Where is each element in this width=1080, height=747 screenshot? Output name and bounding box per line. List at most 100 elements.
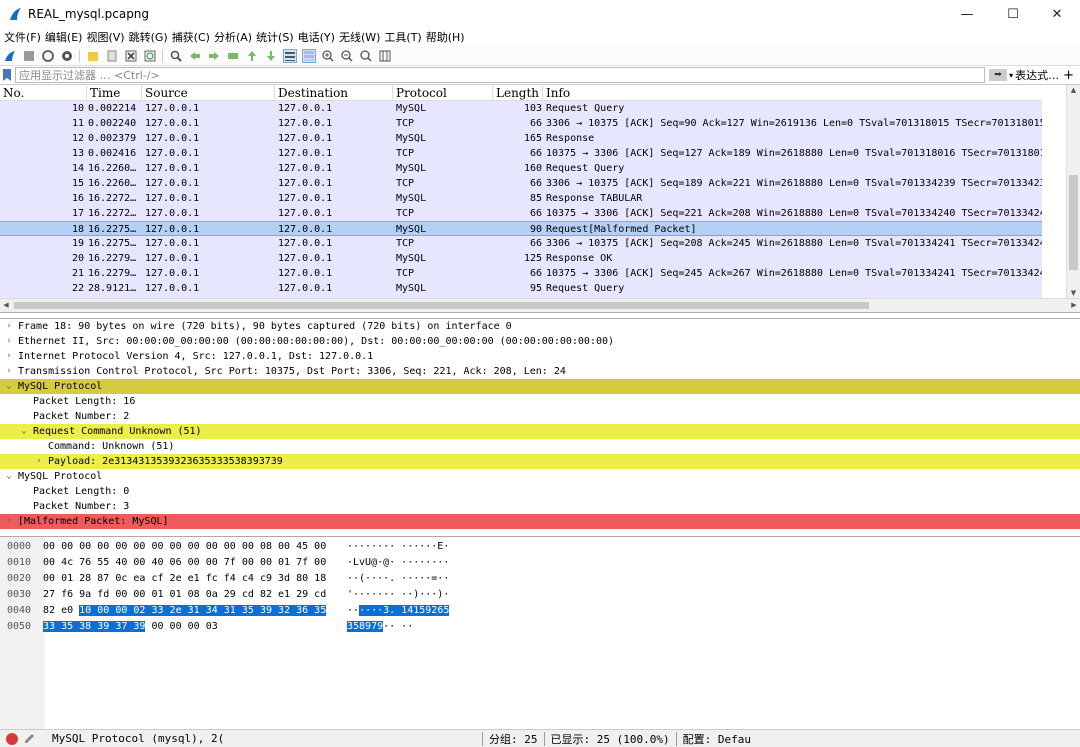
hex-ascii[interactable]: ········ ······E· (347, 539, 449, 555)
hex-byte[interactable]: 08 (188, 589, 200, 600)
detail-tree-row[interactable]: › Frame 18: 90 bytes on wire (720 bits), … (0, 319, 1080, 334)
menu-edit[interactable]: 编辑(E) (45, 29, 83, 45)
hex-byte[interactable]: 00 (188, 621, 200, 632)
hex-byte[interactable]: 00 (260, 557, 272, 568)
column-header-no[interactable]: No. (0, 85, 87, 101)
hex-byte[interactable]: 00 (97, 541, 109, 552)
hex-byte[interactable]: 00 (133, 589, 145, 600)
hex-byte[interactable]: 00 (242, 541, 254, 552)
hex-byte[interactable]: 31 (187, 605, 200, 616)
packet-list-vscrollbar[interactable]: ▲ ▼ (1066, 85, 1080, 298)
hex-byte[interactable]: 3d (278, 573, 290, 584)
packet-row[interactable]: 13 0.002416 127.0.0.1 127.0.0.1 TCP 66 10375 →… (0, 146, 1042, 161)
hex-byte[interactable]: e0 (61, 605, 73, 616)
hex-ascii[interactable]: 358979·· ·· (347, 619, 413, 635)
packet-row[interactable]: 11 0.002240 127.0.0.1 127.0.0.1 TCP 66 3306 → … (0, 116, 1042, 131)
packet-row[interactable]: 17 16.2272… 127.0.0.1 127.0.0.1 TCP 66 10375 →… (0, 206, 1042, 221)
expanded-arrow-icon[interactable]: ⌄ (19, 424, 29, 439)
restart-capture-icon[interactable] (41, 49, 55, 63)
detail-tree-row[interactable]: Packet Length: 16 (0, 394, 1080, 409)
hex-byte[interactable]: cd (314, 589, 326, 600)
detail-tree-row[interactable]: › Transmission Control Protocol, Src Port… (0, 364, 1080, 379)
menu-statistics[interactable]: 统计(S) (256, 29, 294, 45)
hex-byte[interactable]: 2e (169, 605, 182, 616)
hex-byte[interactable]: 00 (115, 605, 128, 616)
packet-row[interactable]: 20 16.2279… 127.0.0.1 127.0.0.1 MySQL 125 Resp… (0, 251, 1042, 266)
hex-byte[interactable]: 10 (79, 605, 92, 616)
hex-byte[interactable]: 9a (79, 589, 91, 600)
hex-byte[interactable]: c4 (242, 573, 254, 584)
expert-info-icon[interactable] (6, 732, 18, 745)
display-filter-input[interactable]: 应用显示过滤器 … <Ctrl-/> (15, 67, 986, 83)
hex-byte[interactable]: 00 (133, 541, 145, 552)
packet-row[interactable]: 15 16.2260… 127.0.0.1 127.0.0.1 TCP 66 3306 → … (0, 176, 1042, 191)
go-back-icon[interactable] (188, 49, 202, 63)
hex-byte[interactable]: 00 (314, 557, 326, 568)
hex-byte[interactable]: 00 (133, 557, 145, 568)
hex-byte[interactable]: 39 (259, 605, 272, 616)
column-header-length[interactable]: Length (493, 85, 543, 101)
open-file-icon[interactable] (86, 49, 100, 63)
detail-tree-row[interactable]: › Ethernet II, Src: 00:00:00_00:00:00 (00… (0, 334, 1080, 349)
hex-byte[interactable]: 01 (151, 589, 163, 600)
hex-byte[interactable]: 00 (43, 541, 55, 552)
hex-byte[interactable]: 18 (314, 573, 326, 584)
hex-byte[interactable]: 37 (115, 621, 128, 632)
hex-byte[interactable]: 01 (170, 589, 182, 600)
hex-byte[interactable]: 33 (43, 621, 56, 632)
hex-byte[interactable]: 33 (151, 605, 164, 616)
expanded-arrow-icon[interactable]: ⌄ (4, 379, 14, 394)
packet-row[interactable]: 21 16.2279… 127.0.0.1 127.0.0.1 TCP 66 10375 →… (0, 266, 1042, 281)
menu-telephony[interactable]: 电话(Y) (298, 29, 335, 45)
hex-byte[interactable]: 76 (79, 557, 91, 568)
hex-byte[interactable]: 4c (61, 557, 73, 568)
packet-list-hscrollbar[interactable]: ◀ ▶ (0, 298, 1080, 312)
scroll-right-icon[interactable]: ▶ (1068, 299, 1080, 312)
hex-byte[interactable]: 40 (151, 557, 163, 568)
hex-byte[interactable]: 00 (43, 573, 55, 584)
zoom-in-icon[interactable] (321, 49, 335, 63)
hex-byte[interactable]: 27 (43, 589, 55, 600)
hex-byte[interactable]: e1 (188, 573, 200, 584)
maximize-button[interactable]: ☐ (990, 0, 1036, 28)
hex-byte[interactable]: 7f (296, 557, 308, 568)
bookmark-icon[interactable] (3, 68, 13, 82)
menu-go[interactable]: 跳转(G) (129, 29, 168, 45)
hex-byte[interactable]: 40 (115, 557, 127, 568)
hex-byte[interactable]: 01 (278, 557, 290, 568)
menu-capture[interactable]: 捕获(C) (172, 29, 210, 45)
expression-button[interactable]: 表达式… (1015, 67, 1059, 83)
detail-tree-row[interactable]: › Internet Protocol Version 4, Src: 127.0… (0, 349, 1080, 364)
detail-tree-row[interactable]: Packet Number: 3 (0, 499, 1080, 514)
menu-wireless[interactable]: 无线(W) (339, 29, 380, 45)
hscroll-thumb[interactable] (14, 302, 869, 309)
edit-comment-icon[interactable] (24, 733, 36, 745)
packet-row[interactable]: 16 16.2272… 127.0.0.1 127.0.0.1 MySQL 85 Respo… (0, 191, 1042, 206)
hex-byte[interactable]: 00 (206, 541, 218, 552)
hex-byte[interactable]: 2e (170, 573, 182, 584)
packet-row[interactable]: 10 0.002214 127.0.0.1 127.0.0.1 MySQL 103 Requ… (0, 101, 1042, 116)
hex-byte[interactable]: cd (242, 589, 254, 600)
resize-columns-icon[interactable] (378, 49, 392, 63)
hex-ascii[interactable]: ······3. 14159265 (347, 603, 450, 619)
hex-byte[interactable]: 00 (224, 541, 236, 552)
hex-byte[interactable]: 31 (223, 605, 236, 616)
hex-byte[interactable]: c9 (260, 573, 272, 584)
hex-byte[interactable]: 03 (206, 621, 218, 632)
status-profile[interactable]: 配置: Defau (683, 731, 751, 747)
hex-byte[interactable]: 06 (170, 557, 182, 568)
scroll-up-icon[interactable]: ▲ (1067, 85, 1080, 95)
detail-tree-row[interactable]: ⌄ MySQL Protocol (0, 379, 1080, 394)
hex-byte[interactable]: 00 (278, 541, 290, 552)
start-capture-icon[interactable] (3, 49, 17, 63)
hex-byte[interactable]: 00 (314, 541, 326, 552)
hex-byte[interactable]: f6 (61, 589, 73, 600)
hex-byte[interactable]: 32 (278, 605, 291, 616)
hex-byte[interactable]: 35 (314, 605, 327, 616)
hex-byte[interactable]: e1 (278, 589, 290, 600)
hex-byte[interactable]: 02 (133, 605, 146, 616)
hex-byte[interactable]: 36 (296, 605, 309, 616)
hex-byte[interactable]: 45 (296, 541, 308, 552)
close-file-icon[interactable] (124, 49, 138, 63)
collapsed-arrow-icon[interactable]: › (4, 514, 14, 529)
